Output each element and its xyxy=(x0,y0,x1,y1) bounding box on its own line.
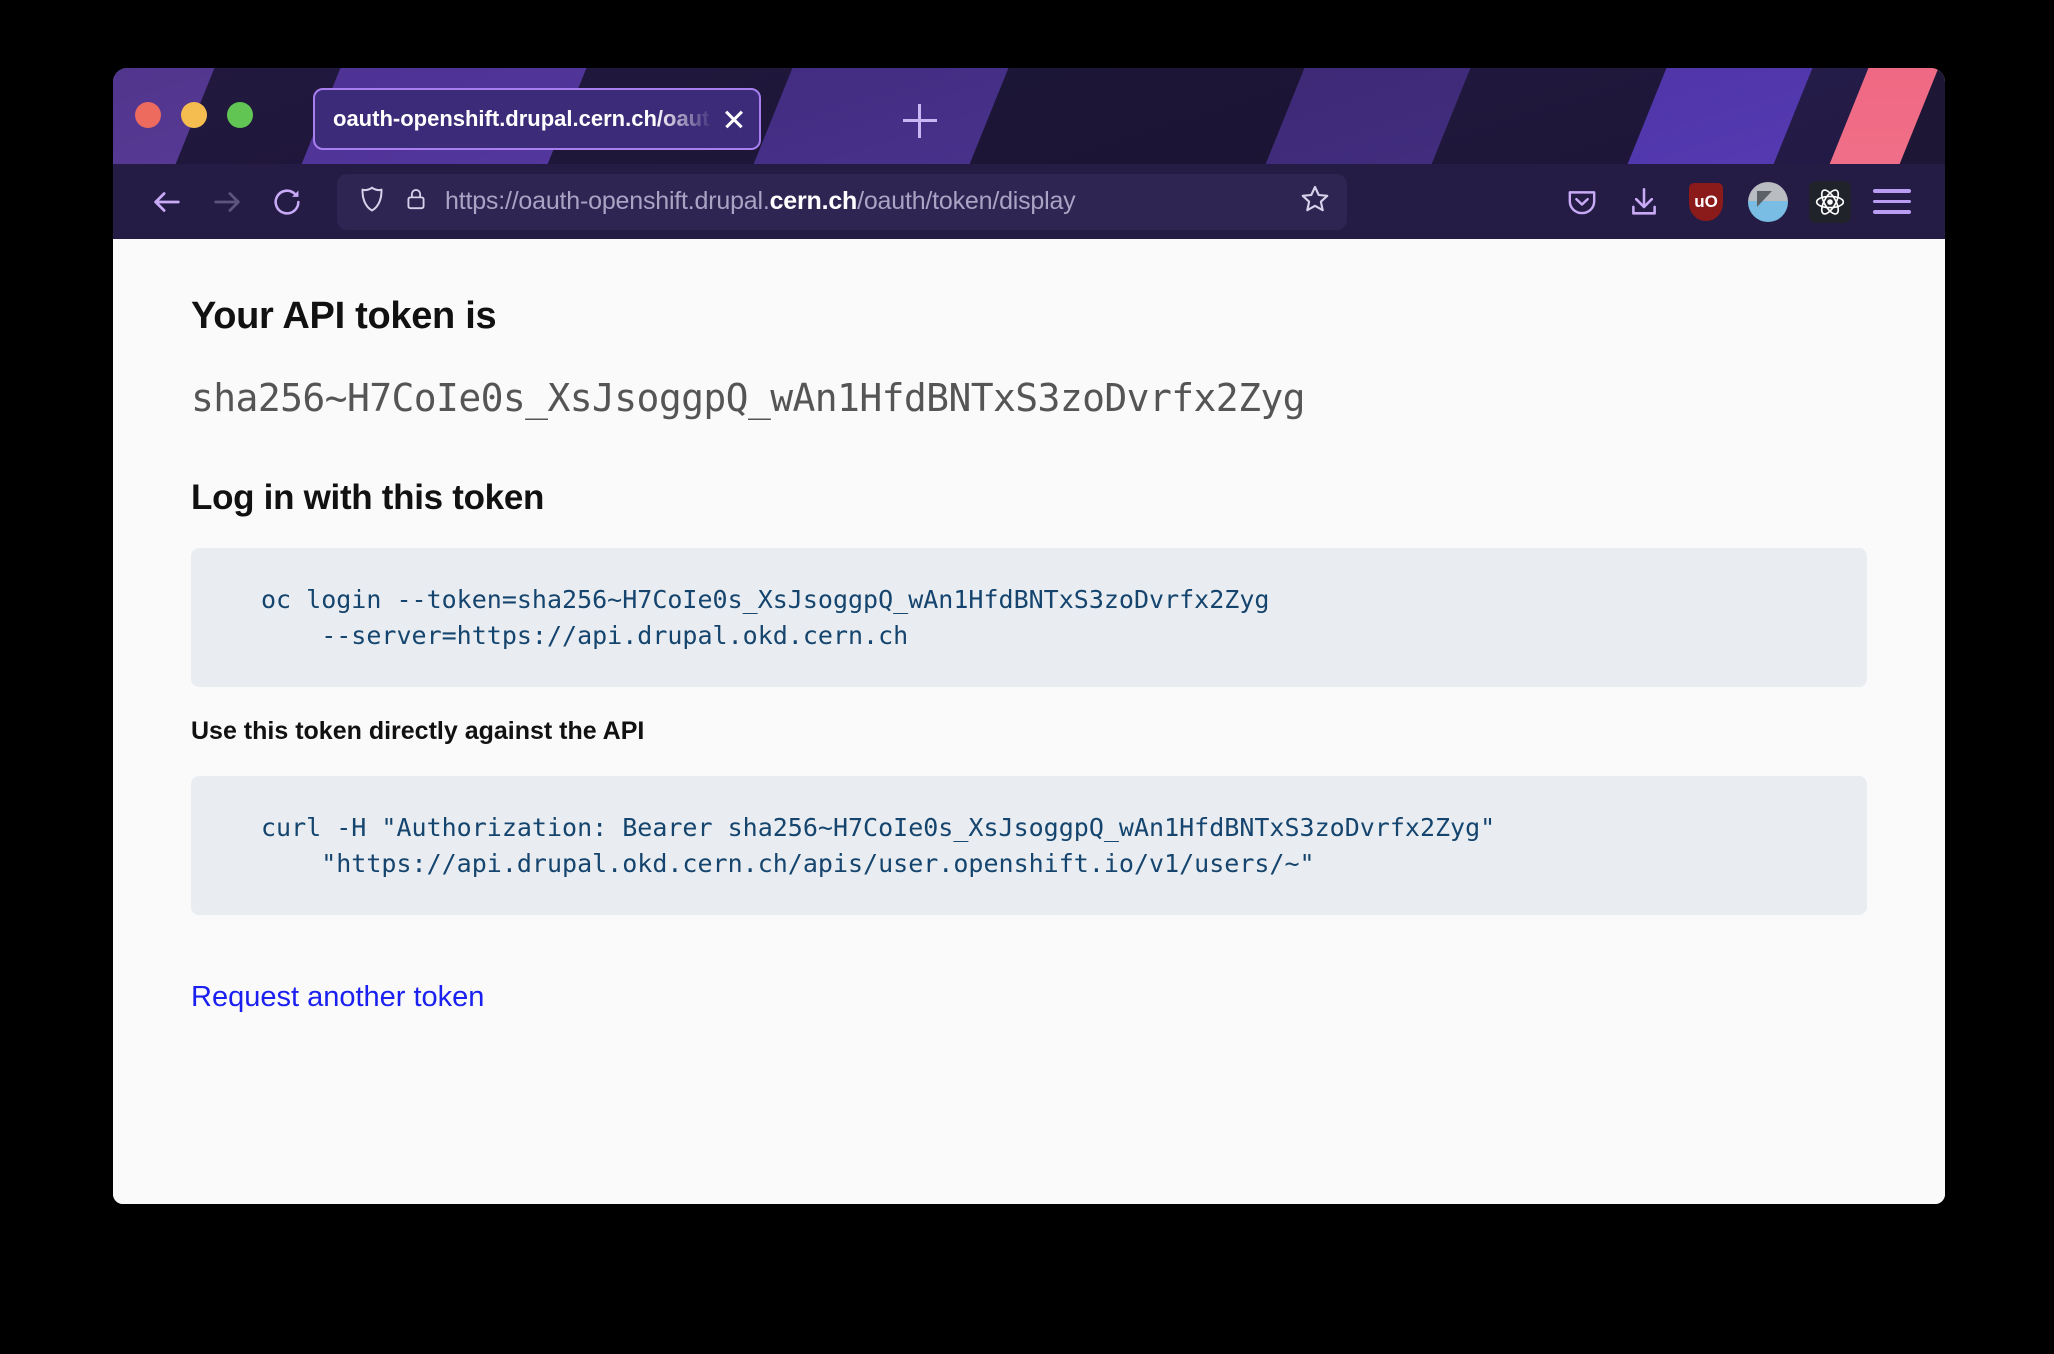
minimize-window-button[interactable] xyxy=(181,102,207,128)
browser-titlebar: oauth-openshift.drupal.cern.ch/oaut xyxy=(113,68,1945,164)
page-content: Your API token is sha256~H7CoIe0s_XsJsog… xyxy=(113,239,1945,1204)
new-tab-icon[interactable] xyxy=(903,104,937,138)
login-section-heading: Log in with this token xyxy=(191,478,545,517)
url-prefix: https://oauth-openshift.drupal. xyxy=(445,187,770,215)
close-window-button[interactable] xyxy=(135,102,161,128)
browser-toolbar: https://oauth-openshift.drupal.cern.ch/o… xyxy=(113,164,1945,239)
menu-icon[interactable] xyxy=(1869,179,1915,225)
request-token-row: Request another token xyxy=(191,981,1867,1014)
extension-icons: uO xyxy=(1559,179,1915,225)
oc-login-code-block[interactable]: oc login --token=sha256~H7CoIe0s_XsJsogg… xyxy=(191,548,1867,687)
extension-circle-icon[interactable] xyxy=(1745,179,1791,225)
url-host: cern.ch xyxy=(769,187,858,215)
ublock-badge-label: uO xyxy=(1689,182,1723,221)
window-controls xyxy=(135,102,253,128)
downloads-icon[interactable] xyxy=(1621,179,1667,225)
ublock-origin-icon[interactable]: uO xyxy=(1683,179,1729,225)
browser-window: oauth-openshift.drupal.cern.ch/oaut http… xyxy=(113,68,1945,1204)
curl-code-block[interactable]: curl -H "Authorization: Bearer sha256~H7… xyxy=(191,776,1867,915)
url-suffix: /oauth/token/display xyxy=(857,187,1076,215)
back-button[interactable] xyxy=(139,174,195,230)
maximize-window-button[interactable] xyxy=(227,102,253,128)
url-bar[interactable]: https://oauth-openshift.drupal.cern.ch/o… xyxy=(337,173,1347,230)
url-text: https://oauth-openshift.drupal.cern.ch/o… xyxy=(445,187,1283,216)
shield-icon[interactable] xyxy=(357,184,387,219)
pocket-icon[interactable] xyxy=(1559,179,1605,225)
api-section-heading: Use this token directly against the API xyxy=(191,717,645,745)
lock-icon[interactable] xyxy=(403,186,429,217)
react-devtools-icon[interactable] xyxy=(1807,179,1853,225)
page-title: Your API token is xyxy=(191,295,497,337)
bookmark-star-icon[interactable] xyxy=(1299,183,1331,220)
tab-title: oauth-openshift.drupal.cern.ch/oaut xyxy=(333,106,710,131)
api-token-value: sha256~H7CoIe0s_XsJsoggpQ_wAn1HfdBNTxS3z… xyxy=(191,376,1306,420)
close-tab-icon[interactable] xyxy=(719,104,749,134)
reload-button[interactable] xyxy=(259,174,315,230)
browser-tab[interactable]: oauth-openshift.drupal.cern.ch/oaut xyxy=(313,88,761,150)
request-another-token-link[interactable]: Request another token xyxy=(191,981,484,1013)
forward-button[interactable] xyxy=(199,174,255,230)
